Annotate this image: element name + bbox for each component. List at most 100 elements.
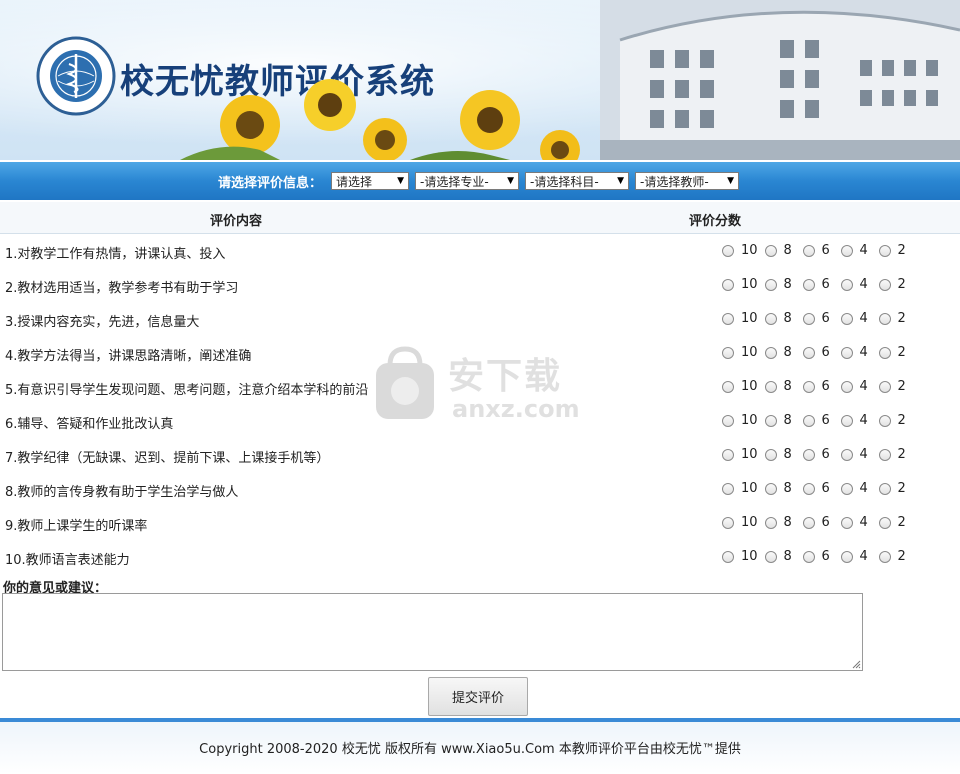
score-radio[interactable] bbox=[840, 380, 853, 393]
score-radio[interactable] bbox=[878, 346, 891, 359]
subject-select[interactable]: -请选择科目- ▼ bbox=[525, 172, 629, 190]
score-option[interactable]: 8 bbox=[764, 447, 796, 462]
score-radio[interactable] bbox=[802, 516, 815, 529]
score-radio[interactable] bbox=[878, 380, 891, 393]
score-radio[interactable] bbox=[722, 244, 734, 257]
score-option[interactable]: 4 bbox=[840, 277, 872, 292]
score-radio[interactable] bbox=[802, 550, 815, 563]
score-option[interactable]: 6 bbox=[802, 481, 834, 496]
score-option[interactable]: 8 bbox=[764, 379, 796, 394]
score-radio[interactable] bbox=[764, 516, 777, 529]
score-radio[interactable] bbox=[878, 278, 891, 291]
score-radio[interactable] bbox=[840, 346, 853, 359]
score-radio[interactable] bbox=[764, 414, 777, 427]
score-option[interactable]: 6 bbox=[802, 549, 834, 564]
score-option[interactable]: 2 bbox=[878, 277, 910, 292]
score-radio[interactable] bbox=[722, 482, 734, 495]
score-option[interactable]: 8 bbox=[764, 277, 796, 292]
score-radio[interactable] bbox=[722, 516, 734, 529]
score-option[interactable]: 4 bbox=[840, 447, 872, 462]
score-radio[interactable] bbox=[840, 516, 853, 529]
major-select[interactable]: -请选择专业- ▼ bbox=[415, 172, 519, 190]
score-option[interactable]: 4 bbox=[840, 515, 872, 530]
score-option[interactable]: 8 bbox=[764, 515, 796, 530]
score-radio[interactable] bbox=[764, 550, 777, 563]
score-radio[interactable] bbox=[802, 448, 815, 461]
score-radio[interactable] bbox=[840, 278, 853, 291]
score-option[interactable]: 4 bbox=[840, 345, 872, 360]
score-option[interactable]: 6 bbox=[802, 447, 834, 462]
score-option[interactable]: 2 bbox=[878, 515, 910, 530]
score-radio[interactable] bbox=[802, 312, 815, 325]
score-radio[interactable] bbox=[722, 448, 734, 461]
score-option[interactable]: 6 bbox=[802, 277, 834, 292]
score-radio[interactable] bbox=[802, 278, 815, 291]
score-radio[interactable] bbox=[840, 448, 853, 461]
score-option[interactable]: 6 bbox=[802, 515, 834, 530]
score-option[interactable]: 6 bbox=[802, 413, 834, 428]
score-radio[interactable] bbox=[764, 278, 777, 291]
teacher-select[interactable]: -请选择教师- ▼ bbox=[635, 172, 739, 190]
score-radio[interactable] bbox=[878, 516, 891, 529]
score-option[interactable]: 4 bbox=[840, 413, 872, 428]
score-option[interactable]: 10 bbox=[722, 243, 758, 258]
score-radio[interactable] bbox=[840, 482, 853, 495]
score-radio[interactable] bbox=[722, 312, 734, 325]
score-option[interactable]: 2 bbox=[878, 413, 910, 428]
score-radio[interactable] bbox=[878, 448, 891, 461]
score-option[interactable]: 2 bbox=[878, 311, 910, 326]
score-option[interactable]: 4 bbox=[840, 379, 872, 394]
score-option[interactable]: 2 bbox=[878, 243, 910, 258]
score-option[interactable]: 6 bbox=[802, 243, 834, 258]
score-option[interactable]: 10 bbox=[722, 549, 758, 564]
score-radio[interactable] bbox=[764, 448, 777, 461]
score-option[interactable]: 6 bbox=[802, 379, 834, 394]
score-radio[interactable] bbox=[802, 346, 815, 359]
score-option[interactable]: 4 bbox=[840, 549, 872, 564]
score-option[interactable]: 4 bbox=[840, 311, 872, 326]
score-option[interactable]: 8 bbox=[764, 413, 796, 428]
score-radio[interactable] bbox=[878, 414, 891, 427]
score-option[interactable]: 6 bbox=[802, 345, 834, 360]
score-option[interactable]: 4 bbox=[840, 481, 872, 496]
resize-grip-icon[interactable] bbox=[852, 660, 861, 669]
suggestion-textarea[interactable] bbox=[2, 593, 863, 671]
score-radio[interactable] bbox=[722, 550, 734, 563]
score-option[interactable]: 10 bbox=[722, 345, 758, 360]
score-option[interactable]: 2 bbox=[878, 481, 910, 496]
score-radio[interactable] bbox=[764, 312, 777, 325]
score-radio[interactable] bbox=[878, 482, 891, 495]
score-radio[interactable] bbox=[764, 244, 777, 257]
score-option[interactable]: 10 bbox=[722, 379, 758, 394]
score-option[interactable]: 2 bbox=[878, 447, 910, 462]
score-option[interactable]: 10 bbox=[722, 413, 758, 428]
score-option[interactable]: 10 bbox=[722, 515, 758, 530]
score-option[interactable]: 8 bbox=[764, 311, 796, 326]
score-radio[interactable] bbox=[722, 278, 734, 291]
score-option[interactable]: 2 bbox=[878, 549, 910, 564]
score-radio[interactable] bbox=[764, 346, 777, 359]
score-option[interactable]: 6 bbox=[802, 311, 834, 326]
score-radio[interactable] bbox=[722, 380, 734, 393]
score-option[interactable]: 8 bbox=[764, 481, 796, 496]
class-select[interactable]: 请选择 ▼ bbox=[331, 172, 409, 190]
score-option[interactable]: 8 bbox=[764, 243, 796, 258]
score-option[interactable]: 8 bbox=[764, 345, 796, 360]
score-option[interactable]: 10 bbox=[722, 311, 758, 326]
score-option[interactable]: 2 bbox=[878, 379, 910, 394]
score-radio[interactable] bbox=[840, 244, 853, 257]
score-radio[interactable] bbox=[802, 482, 815, 495]
score-radio[interactable] bbox=[764, 482, 777, 495]
score-option[interactable]: 8 bbox=[764, 549, 796, 564]
score-radio[interactable] bbox=[840, 312, 853, 325]
score-radio[interactable] bbox=[840, 414, 853, 427]
score-radio[interactable] bbox=[878, 550, 891, 563]
score-radio[interactable] bbox=[878, 312, 891, 325]
score-option[interactable]: 10 bbox=[722, 447, 758, 462]
score-option[interactable]: 4 bbox=[840, 243, 872, 258]
score-radio[interactable] bbox=[764, 380, 777, 393]
score-option[interactable]: 10 bbox=[722, 481, 758, 496]
score-radio[interactable] bbox=[802, 244, 815, 257]
submit-button[interactable]: 提交评价 bbox=[428, 677, 528, 716]
score-radio[interactable] bbox=[878, 244, 891, 257]
